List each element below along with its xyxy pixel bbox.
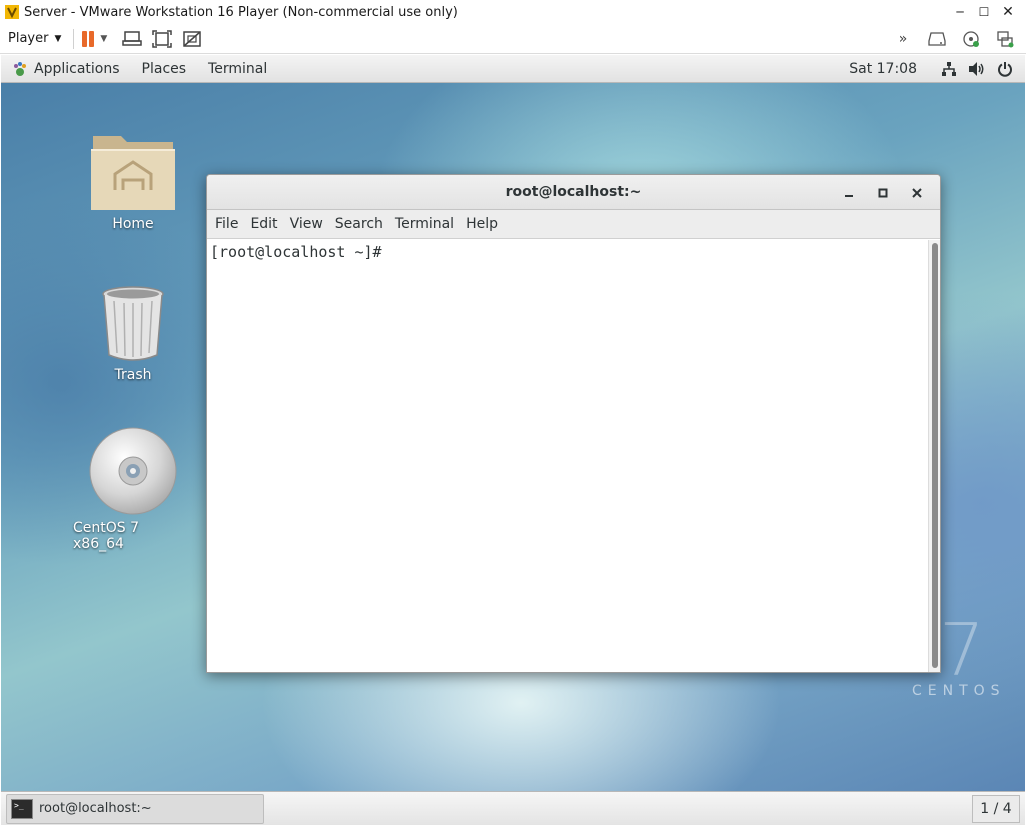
power-options-dropdown-icon[interactable]: ▼ [100, 34, 107, 44]
network-adapter-button[interactable] [990, 27, 1020, 51]
speaker-icon [969, 61, 984, 76]
centos-watermark-number: 7 [939, 608, 985, 692]
desktop-icon-trash[interactable]: Trash [73, 285, 193, 383]
vmware-titlebar: Server - VMware Workstation 16 Player (N… [0, 0, 1026, 24]
chevron-down-icon: ▼ [54, 33, 62, 44]
terminal-menubar: File Edit View Search Terminal Help [207, 210, 940, 239]
terminal-icon [11, 798, 33, 819]
places-label: Places [141, 60, 187, 77]
gnome-foot-icon [14, 61, 26, 76]
centos-watermark-text: CENTOS [912, 683, 1006, 699]
panel-status-area: Sat 17:08 [849, 58, 1025, 80]
gnome-bottom-panel: root@localhost:~ 1 / 4 [1, 791, 1025, 825]
terminal-maximize-button[interactable] [866, 180, 900, 206]
shell-prompt: [root@localhost ~]# [210, 243, 382, 261]
power-menu-button[interactable] [991, 58, 1019, 80]
toolbar-divider [73, 28, 75, 49]
network-wired-icon [942, 61, 956, 76]
toolbar-right-group: » [888, 27, 1020, 51]
ctrl-alt-del-icon [122, 30, 143, 46]
terminal-output-area[interactable]: [root@localhost ~]# [207, 240, 928, 672]
taskbar-window-button[interactable]: root@localhost:~ [6, 793, 264, 824]
vmware-window-title: Server - VMware Workstation 16 Player (N… [24, 4, 458, 20]
hard-disk-button[interactable] [922, 27, 952, 51]
gnome-top-panel: Applications Places Terminal Sat 17:08 [1, 55, 1025, 83]
applications-label: Applications [34, 60, 120, 77]
full-screen-button[interactable] [147, 27, 177, 51]
trash-icon [102, 286, 164, 361]
pause-icon-bar [89, 30, 95, 47]
taskbar-window-label: root@localhost:~ [39, 801, 152, 816]
desktop-icon-home[interactable]: Home [73, 128, 193, 232]
scrollbar-thumb[interactable] [932, 243, 938, 668]
terminal-window: root@localhost:~ File Edit View Search T… [206, 174, 941, 673]
menu-terminal[interactable]: Terminal [389, 216, 460, 232]
window-maximize-button[interactable]: ☐ [972, 5, 996, 19]
terminal-menu-label: Terminal [208, 60, 268, 77]
unity-mode-button[interactable] [177, 27, 207, 51]
desktop-icon-label: Trash [114, 367, 152, 383]
clock[interactable]: Sat 17:08 [849, 61, 917, 77]
minimize-icon [845, 194, 853, 197]
terminal-app-menu[interactable]: Terminal [197, 61, 278, 77]
menu-help[interactable]: Help [460, 216, 504, 232]
double-chevron-right-icon: » [898, 30, 908, 47]
hard-disk-icon [928, 31, 946, 46]
terminal-scrollbar[interactable] [928, 240, 940, 672]
unity-icon [183, 30, 202, 47]
terminal-window-title: root@localhost:~ [505, 184, 642, 200]
power-icon [998, 61, 1012, 77]
terminal-titlebar[interactable]: root@localhost:~ [207, 175, 940, 210]
applications-menu[interactable]: Applications [1, 61, 131, 77]
desktop-icon-label: Home [112, 216, 154, 232]
pause-button[interactable] [82, 30, 95, 47]
network-adapter-icon [997, 30, 1014, 47]
maximize-icon [878, 188, 888, 197]
volume-button[interactable] [963, 58, 991, 80]
menu-view[interactable]: View [284, 216, 329, 232]
menu-file[interactable]: File [209, 216, 244, 232]
vmware-logo-icon [5, 5, 19, 19]
desktop-icon-label: CentOS 7 x86_64 [73, 520, 140, 552]
terminal-window-controls [832, 175, 934, 210]
cd-dvd-button[interactable] [956, 27, 986, 51]
workspace-indicator: 1 / 4 [980, 800, 1012, 817]
player-menu-button[interactable]: Player ▼ [8, 31, 61, 46]
fullscreen-icon [152, 29, 173, 48]
terminal-close-button[interactable] [900, 180, 934, 206]
close-icon [912, 187, 922, 198]
network-status-button[interactable] [935, 58, 963, 80]
places-menu[interactable]: Places [131, 61, 198, 77]
desktop-icon-centos-dvd[interactable]: CentOS 7 x86_64 [73, 426, 193, 552]
terminal-minimize-button[interactable] [832, 180, 866, 206]
menu-search[interactable]: Search [329, 216, 389, 232]
cd-drive-icon [963, 30, 979, 47]
send-ctrl-alt-del-button[interactable] [117, 27, 147, 51]
pause-icon [82, 30, 88, 47]
window-minimize-button[interactable]: ─ [948, 5, 972, 19]
more-devices-button[interactable]: » [888, 27, 918, 51]
menu-edit[interactable]: Edit [244, 216, 283, 232]
player-menu-label: Player [8, 31, 49, 46]
optical-disc-icon [89, 427, 177, 515]
vmware-toolbar: Player ▼ ▼ » [0, 24, 1026, 54]
home-folder-icon [91, 136, 175, 210]
window-close-button[interactable]: ✕ [996, 4, 1020, 20]
workspace-switcher[interactable]: 1 / 4 [972, 794, 1020, 823]
